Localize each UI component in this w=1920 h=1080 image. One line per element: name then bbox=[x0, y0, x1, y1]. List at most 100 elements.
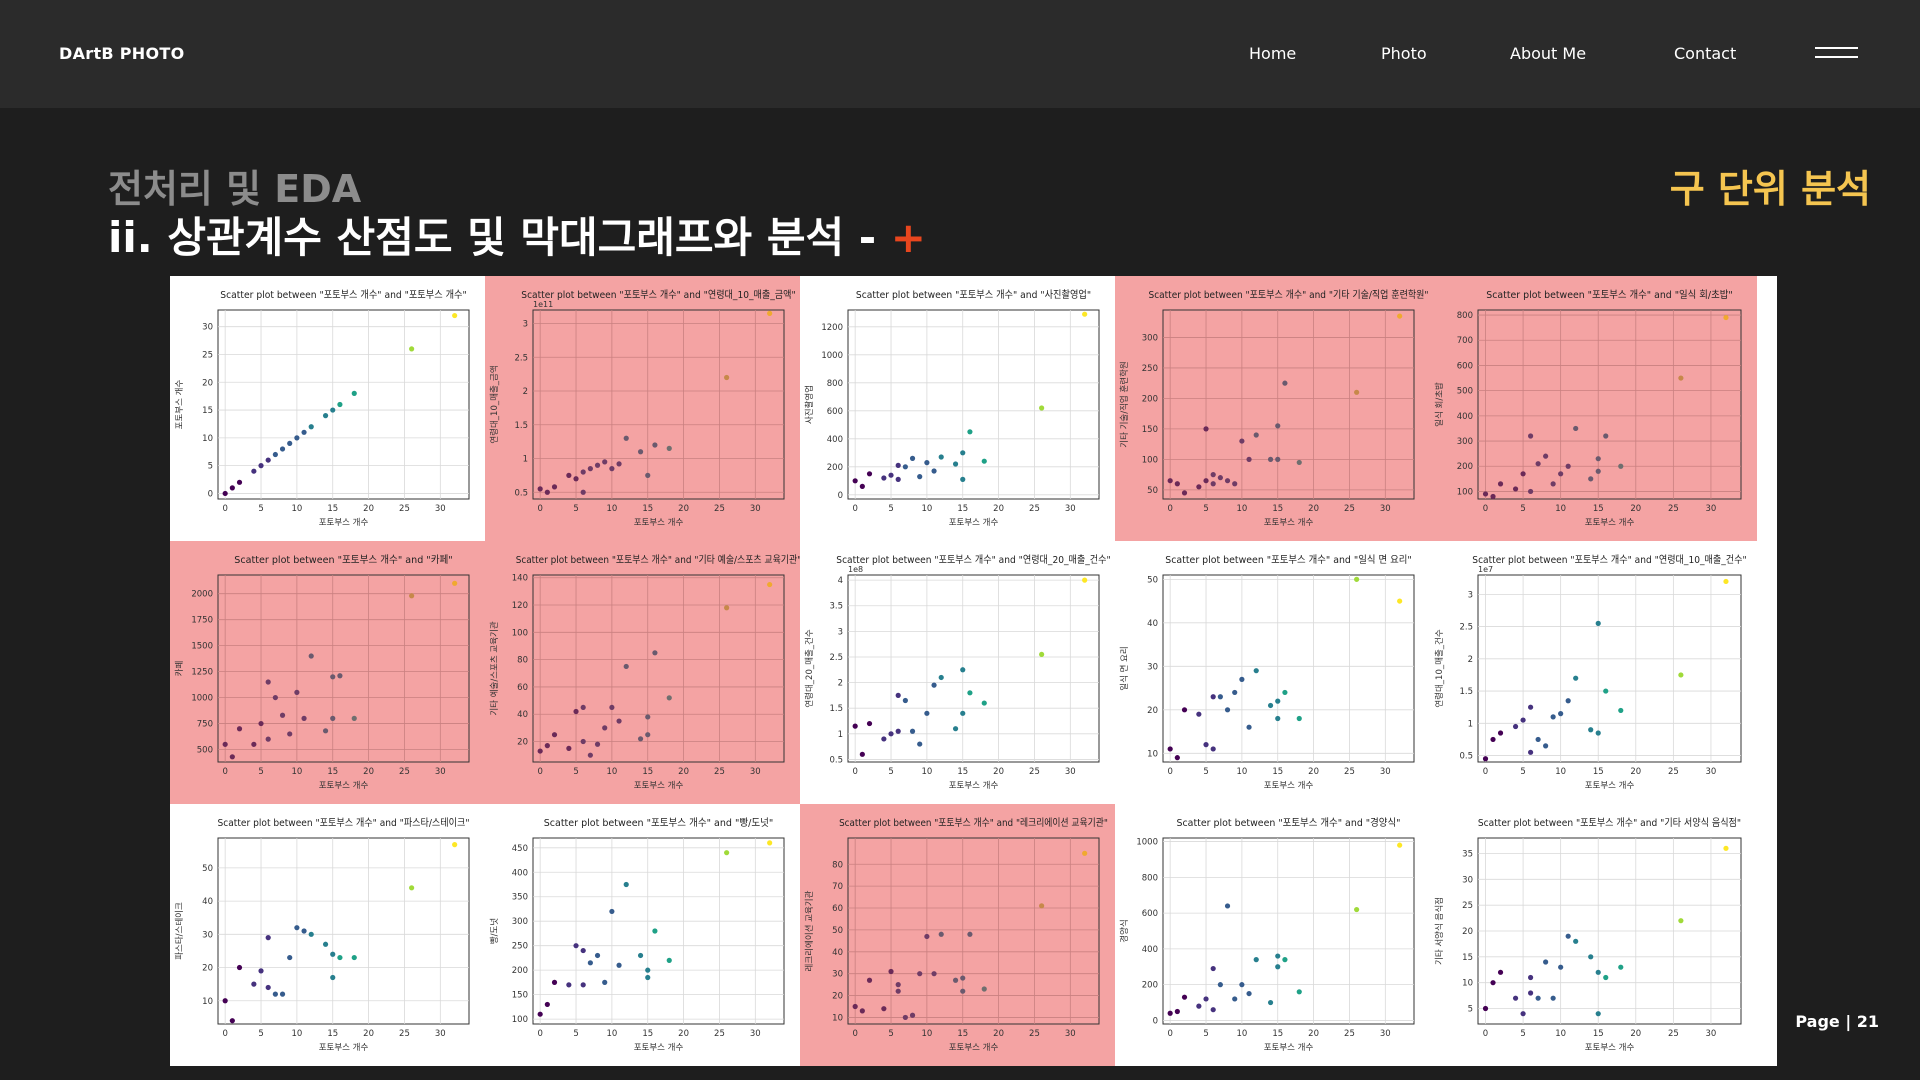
scatter-plot-svg: 0 5 10 15 20 25 30 20 40 60 80 100 120 140 Scatter plo… bbox=[485, 541, 800, 804]
data-point bbox=[1203, 478, 1209, 484]
data-point bbox=[609, 704, 615, 711]
y-axis-label: 연령대_10_매출_건수 bbox=[1434, 629, 1445, 707]
x-tick-label: 20 bbox=[993, 504, 1004, 514]
data-point bbox=[409, 593, 415, 599]
data-point bbox=[960, 975, 966, 981]
x-tick-label: 15 bbox=[642, 504, 653, 514]
data-point bbox=[888, 472, 894, 478]
x-tick-label: 25 bbox=[1344, 1029, 1355, 1039]
data-point bbox=[917, 741, 923, 747]
data-point bbox=[952, 977, 959, 983]
data-point bbox=[1275, 456, 1281, 462]
x-tick-label: 10 bbox=[921, 1029, 932, 1039]
data-point bbox=[287, 440, 293, 447]
data-point bbox=[981, 700, 987, 706]
axes-frame bbox=[1477, 574, 1742, 763]
y-axis-label: 연령대_20_매출_건수 bbox=[804, 629, 815, 707]
data-point bbox=[724, 850, 730, 856]
highlight-background bbox=[485, 541, 800, 804]
x-tick-label: 15 bbox=[1593, 767, 1604, 777]
y-tick-label: 1 bbox=[523, 455, 528, 465]
x-tick-label: 20 bbox=[993, 1029, 1004, 1039]
x-tick-label: 25 bbox=[1668, 767, 1679, 777]
data-point bbox=[1217, 475, 1223, 481]
scatter-plot-7: 0 5 10 15 20 25 30 20 40 60 80 100 120 140 Scatter plo… bbox=[485, 541, 800, 804]
scatter-plot-svg: 0 5 10 15 20 25 30 10 20 30 40 50 Scatter plot betwe… bbox=[174, 817, 470, 1053]
scatter-plot-5: 0 5 10 15 20 25 30 100 200 300 400 500 600 700 800 Scat… bbox=[1430, 276, 1757, 541]
nav-link-about-me[interactable]: About Me bbox=[1510, 44, 1586, 63]
scatter-plot-14: 0 5 10 15 20 25 30 0 200 400 600 800 1000 Scatter plo… bbox=[1115, 804, 1430, 1066]
data-point bbox=[551, 732, 558, 738]
x-tick-label: 15 bbox=[327, 1029, 338, 1039]
data-point bbox=[952, 461, 959, 467]
scatter-plot-svg: 0 5 10 15 20 25 30 10 20 30 40 50 60 70 80 Scatter plot… bbox=[800, 804, 1115, 1066]
data-point bbox=[1232, 481, 1238, 487]
y-tick-label: 300 bbox=[512, 917, 528, 927]
scatter-plot-11: 0 5 10 15 20 25 30 10 20 30 40 50 Scatter plot betwe… bbox=[170, 804, 485, 1066]
x-tick-label: 30 bbox=[750, 1029, 761, 1039]
y-tick-label: 60 bbox=[517, 683, 528, 693]
brand-logo[interactable]: DArtB PHOTO bbox=[59, 44, 185, 63]
data-point bbox=[1535, 461, 1541, 467]
data-point bbox=[1565, 463, 1571, 469]
x-tick-label: 10 bbox=[606, 504, 617, 514]
nav-link-contact[interactable]: Contact bbox=[1674, 44, 1736, 63]
data-point bbox=[1210, 1007, 1216, 1013]
data-point bbox=[1543, 743, 1549, 749]
data-point bbox=[767, 840, 773, 846]
data-point bbox=[895, 692, 901, 698]
scatter-plot-svg: 0 5 10 15 20 25 30 0 200 400 600 800 1000 1200 Scatter… bbox=[804, 288, 1100, 528]
chart-title: Scatter plot between "포토부스 개수" and "파스타/… bbox=[218, 817, 470, 829]
chart-title: Scatter plot between "포토부스 개수" and "사진촬영… bbox=[856, 288, 1091, 301]
y-tick-label: 25 bbox=[202, 350, 213, 360]
data-point bbox=[1482, 491, 1489, 497]
data-point bbox=[888, 731, 894, 737]
y-tick-label: 100 bbox=[512, 1015, 528, 1025]
data-point bbox=[1397, 842, 1403, 848]
data-point bbox=[551, 484, 558, 490]
x-tick-label: 5 bbox=[1203, 1029, 1208, 1039]
data-point bbox=[1167, 746, 1173, 752]
x-tick-label: 30 bbox=[435, 504, 446, 514]
data-point bbox=[931, 682, 937, 688]
nav-link-photo[interactable]: Photo bbox=[1381, 44, 1427, 63]
y-tick-label: 450 bbox=[512, 844, 528, 854]
x-tick-label: 30 bbox=[1706, 767, 1717, 777]
y-tick-label: 25 bbox=[1462, 901, 1473, 911]
scatter-plot-8: 0 5 10 15 20 25 30 0.5 1 1.5 2 2.5 3 3.5 4 Scatter plot… bbox=[800, 541, 1115, 804]
y-tick-label: 1.5 bbox=[1459, 687, 1473, 697]
data-point bbox=[1573, 425, 1579, 432]
x-tick-label: 25 bbox=[1344, 504, 1355, 514]
hamburger-menu-icon[interactable] bbox=[1815, 47, 1858, 61]
nav-link-home[interactable]: Home bbox=[1249, 44, 1296, 63]
data-point bbox=[1275, 964, 1281, 970]
data-point bbox=[895, 462, 901, 468]
y-tick-label: 15 bbox=[1462, 953, 1473, 963]
scatter-plot-svg: 0 5 10 15 20 25 30 0 200 400 600 800 1000 Scatter plo… bbox=[1119, 816, 1415, 1053]
x-tick-label: 10 bbox=[1236, 504, 1247, 514]
data-point bbox=[1082, 850, 1088, 856]
data-point bbox=[580, 469, 586, 475]
y-tick-label: 10 bbox=[832, 1013, 843, 1023]
data-point bbox=[924, 710, 930, 716]
data-point bbox=[852, 1003, 858, 1010]
y-tick-label: 2.5 bbox=[514, 353, 528, 363]
data-point bbox=[881, 475, 887, 481]
data-point bbox=[666, 445, 672, 451]
data-point bbox=[1723, 845, 1729, 851]
data-point bbox=[652, 928, 658, 934]
x-tick-label: 15 bbox=[642, 767, 653, 777]
x-tick-label: 10 bbox=[606, 767, 617, 777]
x-tick-label: 0 bbox=[1167, 767, 1172, 777]
data-point bbox=[1253, 668, 1259, 674]
data-point bbox=[1082, 311, 1088, 317]
x-tick-label: 30 bbox=[750, 504, 761, 514]
data-point bbox=[1512, 995, 1519, 1001]
data-point bbox=[645, 967, 651, 973]
y-tick-label: 1 bbox=[1468, 719, 1473, 729]
data-point bbox=[1275, 715, 1281, 722]
data-point bbox=[308, 653, 314, 659]
data-point bbox=[265, 935, 271, 941]
x-axis-label: 포토부스 개수 bbox=[1264, 517, 1314, 528]
y-axis-label: 파스타/스테이크 bbox=[174, 902, 185, 960]
